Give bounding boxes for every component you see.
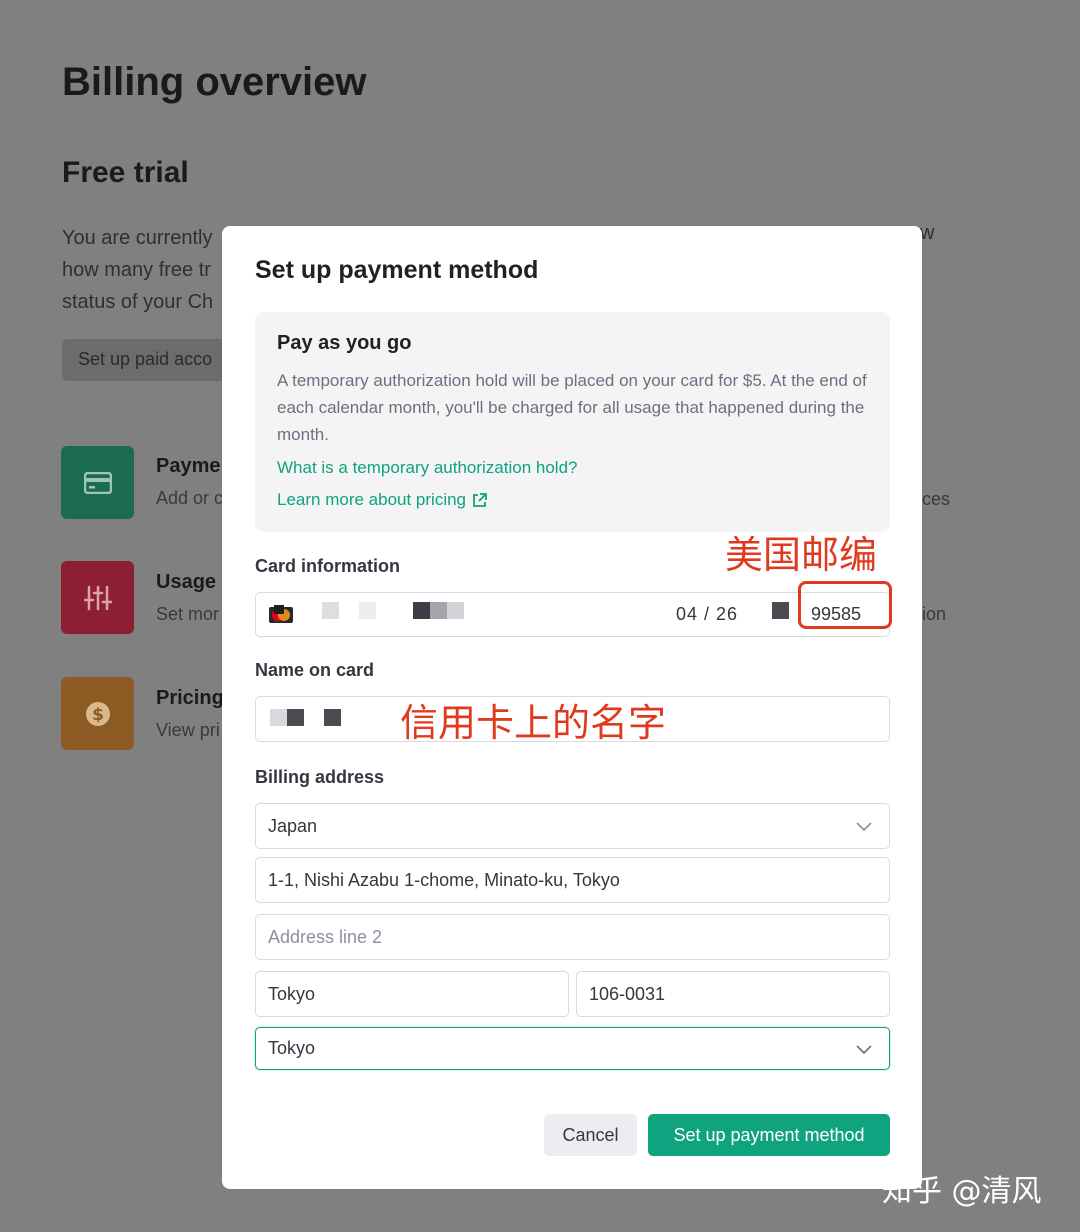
card-number-blurred bbox=[447, 602, 464, 619]
billing-address-label: Billing address bbox=[255, 767, 385, 787]
watermark: 知乎 @清风 bbox=[882, 1174, 1042, 1209]
payment-methods-right-text: ces bbox=[922, 489, 951, 509]
setup-payment-button[interactable]: Set up payment method bbox=[648, 1114, 890, 1156]
payment-methods-subtitle: Add or c bbox=[156, 488, 222, 508]
external-link-icon bbox=[473, 492, 487, 507]
card-expiry[interactable]: 04 / 26 bbox=[676, 604, 738, 625]
name-blurred bbox=[324, 709, 341, 726]
state-select[interactable]: Tokyo bbox=[255, 1027, 890, 1070]
free-trial-line-1: You are currently bbox=[62, 227, 213, 249]
modal-title: Set up payment method bbox=[255, 256, 539, 284]
dollar-icon[interactable]: $ bbox=[61, 677, 134, 750]
pricing-link-label: Learn more about pricing bbox=[277, 490, 467, 509]
info-title: Pay as you go bbox=[277, 332, 412, 354]
payment-methods-title[interactable]: Payme bbox=[156, 455, 226, 478]
cancel-button[interactable]: Cancel bbox=[544, 1114, 637, 1156]
page-title: Billing overview bbox=[62, 60, 367, 104]
card-brand-icon bbox=[269, 605, 293, 623]
city-value: Tokyo bbox=[268, 983, 316, 1004]
svg-text:$: $ bbox=[92, 705, 104, 725]
pricing-link[interactable]: Learn more about pricing bbox=[277, 490, 868, 510]
state-value: Tokyo bbox=[268, 1038, 316, 1058]
authorization-hold-link-label: What is a temporary authorization hold? bbox=[277, 458, 578, 477]
address-line-1-value: 1-1, Nishi Azabu 1-chome, Minato-ku, Tok… bbox=[268, 869, 620, 890]
address-line-1-input[interactable]: 1-1, Nishi Azabu 1-chome, Minato-ku, Tok… bbox=[255, 857, 890, 903]
chevron-down-icon bbox=[856, 1045, 872, 1055]
card-number-blurred bbox=[322, 602, 339, 619]
pricing-title[interactable]: Pricing bbox=[156, 687, 226, 710]
pricing-subtitle: View pri bbox=[156, 720, 220, 740]
authorization-hold-link[interactable]: What is a temporary authorization hold? bbox=[277, 458, 868, 478]
chevron-down-icon bbox=[856, 822, 872, 832]
country-select[interactable]: Japan bbox=[255, 803, 890, 849]
credit-card-icon[interactable] bbox=[61, 446, 134, 519]
payment-modal: Set up payment method Pay as you go A te… bbox=[222, 226, 922, 1189]
usage-limits-right-text: ion bbox=[922, 604, 947, 624]
card-number-blurred bbox=[430, 602, 447, 619]
name-annotation: 信用卡上的名字 bbox=[400, 701, 667, 745]
card-information-label: Card information bbox=[255, 556, 401, 576]
postal-code-input[interactable]: 106-0031 bbox=[576, 971, 890, 1017]
address-line-2-placeholder: Address line 2 bbox=[268, 926, 383, 947]
name-blurred bbox=[287, 709, 304, 726]
zip-highlight-box bbox=[798, 581, 892, 629]
name-blurred bbox=[270, 709, 287, 726]
free-trial-line-3: status of your Ch bbox=[62, 291, 214, 313]
card-cvc-blurred bbox=[772, 602, 789, 619]
postal-code-value: 106-0031 bbox=[589, 983, 666, 1004]
zip-annotation: 美国邮编 bbox=[725, 533, 878, 577]
free-trial-text-right: w bbox=[920, 222, 935, 244]
card-number-blurred bbox=[359, 602, 376, 619]
section-title: Free trial bbox=[62, 156, 189, 189]
card-number-blurred bbox=[413, 602, 430, 619]
card-information-field[interactable]: 04 / 26 99585 bbox=[255, 592, 890, 637]
sliders-icon[interactable] bbox=[61, 561, 134, 634]
name-on-card-label: Name on card bbox=[255, 660, 375, 680]
usage-limits-subtitle: Set mor bbox=[156, 604, 220, 624]
free-trial-line-2: how many free tr bbox=[62, 259, 211, 281]
info-text: A temporary authorization hold will be p… bbox=[277, 371, 867, 444]
city-input[interactable]: Tokyo bbox=[255, 971, 569, 1017]
address-line-2-input[interactable]: Address line 2 bbox=[255, 914, 890, 960]
setup-paid-account-button[interactable]: Set up paid acco bbox=[62, 339, 232, 381]
usage-limits-title[interactable]: Usage bbox=[156, 571, 226, 594]
pay-as-you-go-info: Pay as you go A temporary authorization … bbox=[255, 312, 890, 532]
country-value: Japan bbox=[268, 815, 318, 836]
